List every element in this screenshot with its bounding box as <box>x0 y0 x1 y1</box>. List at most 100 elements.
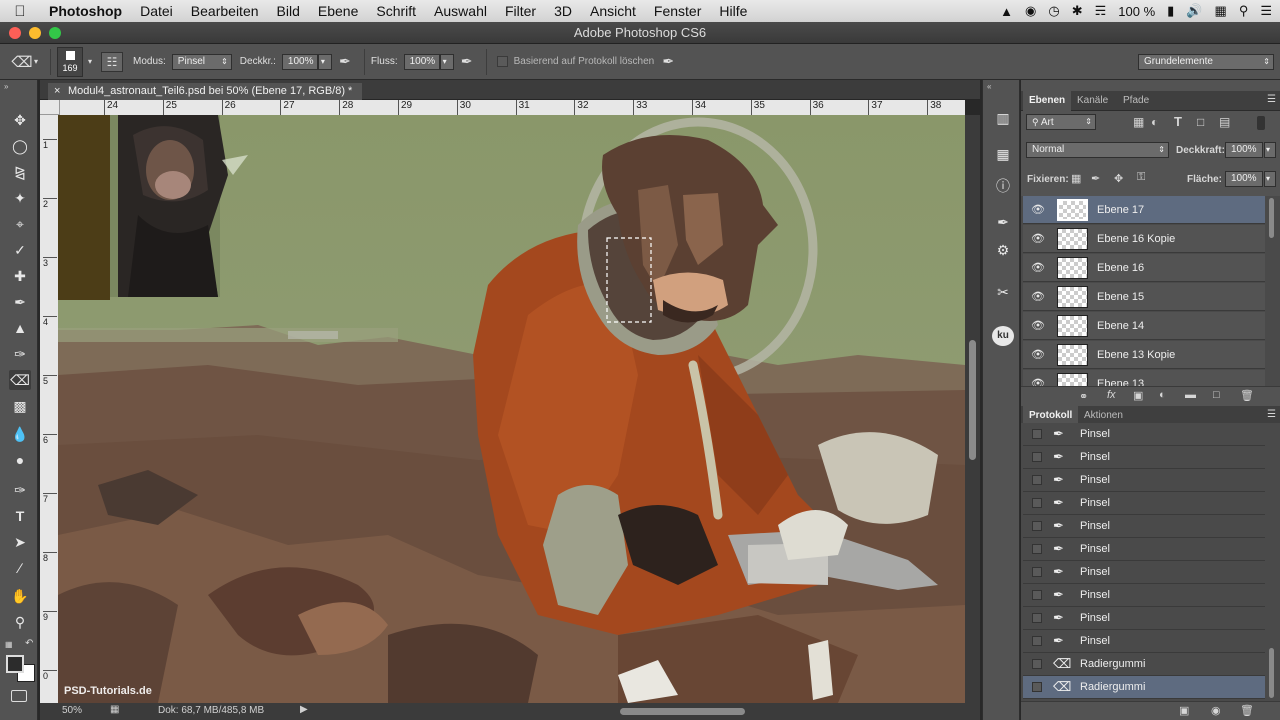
crop-tool-icon[interactable]: ⌖ <box>9 214 31 234</box>
add-mask-icon[interactable]: ▣ <box>1133 389 1143 402</box>
history-source-checkbox[interactable] <box>1032 452 1042 462</box>
close-tab-icon[interactable]: × <box>54 83 60 100</box>
new-layer-icon[interactable]: □ <box>1213 389 1220 401</box>
status-info-icon[interactable]: ▦ <box>110 704 119 715</box>
menu-ebene[interactable]: Ebene <box>309 3 367 19</box>
battery-icon[interactable]: ▮ <box>1167 3 1174 19</box>
kuler-panel-icon[interactable]: ku <box>992 326 1014 346</box>
tab-paths[interactable]: Pfade <box>1117 91 1155 111</box>
history-state[interactable]: ✒ Pinsel <box>1023 446 1265 469</box>
magic-wand-tool-icon[interactable]: ✦ <box>9 188 31 208</box>
calendar-icon[interactable]: ▦ <box>1215 3 1227 19</box>
history-panel-menu-icon[interactable]: ☰ <box>1267 409 1276 420</box>
blend-mode-dropdown[interactable]: Normal ⇕ <box>1026 142 1169 158</box>
history-state[interactable]: ✒ Pinsel <box>1023 607 1265 630</box>
history-state[interactable]: ✒ Pinsel <box>1023 538 1265 561</box>
visibility-eye-icon[interactable]: 👁 <box>1029 319 1047 333</box>
adjustment-layer-icon[interactable]: ◐ <box>1159 389 1166 401</box>
lock-transparency-icon[interactable]: ▦ <box>1071 172 1081 185</box>
menu-auswahl[interactable]: Auswahl <box>425 3 496 19</box>
erase-to-history-checkbox[interactable] <box>496 56 508 67</box>
eraser-tool-icon[interactable]: ⌫ <box>9 370 31 390</box>
filter-shape-icon[interactable]: □ <box>1197 115 1204 129</box>
document-canvas[interactable]: PSD-Tutorials.de <box>58 115 965 703</box>
gradient-tool-icon[interactable]: ▩ <box>9 396 31 416</box>
visibility-eye-icon[interactable]: 👁 <box>1029 232 1047 246</box>
spotlight-icon[interactable]: ⚲ <box>1239 3 1249 19</box>
close-window-button[interactable] <box>9 27 21 39</box>
time-machine-icon[interactable]: ◷ <box>1048 3 1059 19</box>
flow-field[interactable]: 100% <box>403 53 440 70</box>
wifi-icon[interactable]: ☴ <box>1095 3 1107 19</box>
menu-3d[interactable]: 3D <box>545 3 581 19</box>
visibility-eye-icon[interactable]: 👁 <box>1029 261 1047 275</box>
adobe-status-icon[interactable]: ▲ <box>1000 4 1013 19</box>
notification-list-icon[interactable]: ☰ <box>1260 3 1272 19</box>
bluetooth-icon[interactable]: ✱ <box>1072 3 1083 19</box>
info-panel-icon[interactable]: ⓘ <box>992 176 1014 196</box>
history-source-checkbox[interactable] <box>1032 429 1042 439</box>
healing-brush-tool-icon[interactable]: ✚ <box>9 266 31 286</box>
brush-picker-arrow[interactable]: ▾ <box>83 57 97 66</box>
menu-bild[interactable]: Bild <box>268 3 309 19</box>
foreground-color-swatch[interactable] <box>6 655 24 673</box>
history-state[interactable]: ✒ Pinsel <box>1023 423 1265 446</box>
lock-position-icon[interactable]: ✥ <box>1114 172 1123 185</box>
opacity-field[interactable]: 100% <box>281 53 318 70</box>
snapshot-camera-icon[interactable]: ◉ <box>1211 704 1221 717</box>
adjustments-panel-icon[interactable]: ⚙ <box>992 242 1014 262</box>
vertical-scroll-thumb[interactable] <box>969 340 976 460</box>
marquee-tool-icon[interactable]: ◯ <box>9 136 31 156</box>
filter-adjustment-icon[interactable]: ◐ <box>1151 115 1158 129</box>
zoom-window-button[interactable] <box>49 27 61 39</box>
filter-smart-object-icon[interactable]: ▤ <box>1219 115 1230 129</box>
history-source-checkbox[interactable] <box>1032 613 1042 623</box>
menu-fenster[interactable]: Fenster <box>645 3 710 19</box>
zoom-tool-icon[interactable]: ⚲ <box>9 612 31 632</box>
menu-hilfe[interactable]: Hilfe <box>710 3 756 19</box>
history-source-checkbox[interactable] <box>1032 590 1042 600</box>
layer-row[interactable]: 👁 Ebene 14 <box>1023 312 1265 340</box>
pressure-size-icon[interactable]: ✒ <box>654 53 682 70</box>
visibility-eye-icon[interactable]: 👁 <box>1029 203 1047 217</box>
toolbar-collapse-icon[interactable]: » <box>4 82 8 91</box>
layer-effects-icon[interactable]: fx <box>1107 389 1116 401</box>
brushes-panel-icon[interactable]: ✒ <box>992 214 1014 234</box>
pressure-opacity-icon[interactable]: ✒ <box>332 53 358 70</box>
lock-all-icon[interactable]: ⚿ <box>1137 171 1145 184</box>
layer-row[interactable]: 👁 Ebene 16 <box>1023 254 1265 282</box>
delete-layer-icon[interactable]: 🗑 <box>1240 389 1254 402</box>
eyedropper-tool-icon[interactable]: ✓ <box>9 240 31 260</box>
visibility-eye-icon[interactable]: 👁 <box>1029 290 1047 304</box>
tab-channels[interactable]: Kanäle <box>1071 91 1114 111</box>
menu-ansicht[interactable]: Ansicht <box>581 3 645 19</box>
mode-dropdown[interactable]: Pinsel ⇕ <box>171 53 232 70</box>
volume-icon[interactable]: 🔊 <box>1186 3 1202 19</box>
layers-panel-menu-icon[interactable]: ☰ <box>1267 94 1276 105</box>
flow-slider-button[interactable]: ▾ <box>439 53 454 70</box>
layer-opacity-field[interactable]: 100% <box>1225 142 1263 158</box>
layer-row[interactable]: 👁 Ebene 13 Kopie <box>1023 341 1265 369</box>
history-source-checkbox[interactable] <box>1032 498 1042 508</box>
default-colors-icon[interactable]: ▦ <box>5 640 13 649</box>
layer-row[interactable]: 👁 Ebene 17 <box>1023 196 1265 224</box>
history-state[interactable]: ✒ Pinsel <box>1023 469 1265 492</box>
filter-toggle-switch[interactable] <box>1257 116 1265 130</box>
brush-tool-icon[interactable]: ✒ <box>9 292 31 312</box>
layer-row[interactable]: 👁 Ebene 15 <box>1023 283 1265 311</box>
history-state[interactable]: ✒ Pinsel <box>1023 515 1265 538</box>
fill-slider-button[interactable]: ▾ <box>1264 171 1276 187</box>
delete-state-icon[interactable]: 🗑 <box>1240 704 1254 717</box>
histogram-panel-icon[interactable]: ▥ <box>992 110 1014 130</box>
ruler-corner[interactable] <box>40 100 60 115</box>
history-state[interactable]: ✒ Pinsel <box>1023 584 1265 607</box>
lasso-tool-icon[interactable]: ⧎ <box>9 162 31 182</box>
layers-scrollbar-thumb[interactable] <box>1269 198 1274 238</box>
history-scrollbar-thumb[interactable] <box>1269 648 1274 698</box>
eraser-tool-preset-icon[interactable]: ⌫ <box>10 53 34 71</box>
vertical-scrollbar[interactable] <box>965 115 980 703</box>
menu-filter[interactable]: Filter <box>496 3 545 19</box>
filter-type-icon[interactable]: T <box>1174 114 1182 129</box>
brush-size-preview[interactable]: 169 <box>57 46 83 77</box>
history-source-checkbox[interactable] <box>1032 659 1042 669</box>
